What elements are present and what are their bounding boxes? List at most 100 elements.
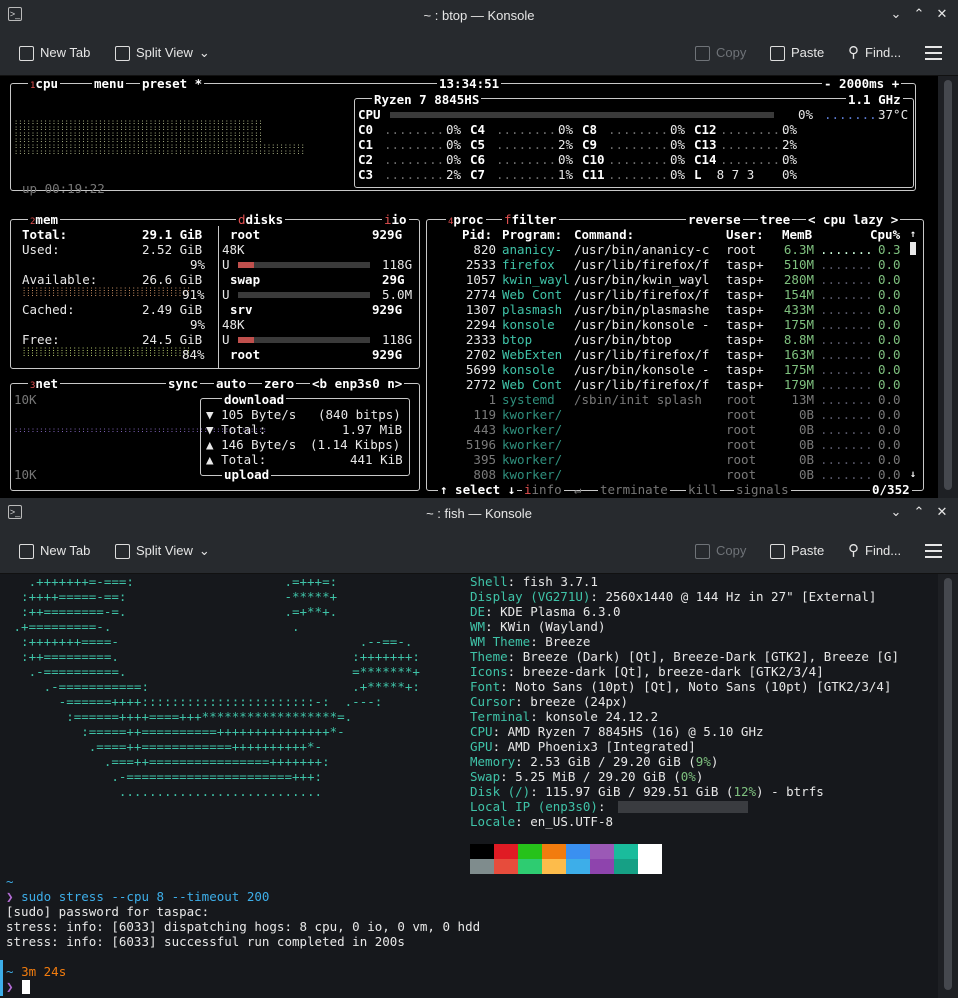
proc-pid: 2294: [465, 317, 496, 332]
hamburger-menu-icon[interactable]: [925, 46, 942, 60]
col-mem[interactable]: MemB: [782, 227, 812, 242]
core-label: C2: [358, 152, 374, 167]
select-control[interactable]: ↑ select ↓: [438, 482, 518, 497]
info-swap: Swap: 5.25 MiB / 29.20 GiB (0%): [470, 769, 704, 784]
proc-cpu: 0.0: [878, 407, 901, 422]
proc-user: tasp+: [726, 272, 764, 287]
btop-terminal[interactable]: 1 cpu menu preset * 13:34:51 - 2000ms + :…: [0, 76, 938, 498]
proc-pid: 1307: [465, 302, 496, 317]
split-view-button[interactable]: Split View ⌄: [115, 44, 210, 62]
copy-button[interactable]: Copy: [695, 542, 746, 560]
proc-user: tasp+: [726, 377, 764, 392]
logo-line: :=====++==========+++++++++++++++*-: [6, 724, 345, 739]
proc-mem: 163M: [783, 347, 814, 362]
kill-button[interactable]: kill: [686, 482, 721, 497]
col-program[interactable]: Program:: [502, 227, 562, 242]
core-label: C3: [358, 167, 374, 182]
fish-scrollbar[interactable]: [938, 574, 958, 998]
proc-mem: 6.3M: [783, 242, 814, 257]
zero-toggle[interactable]: zero: [262, 376, 297, 391]
paste-button[interactable]: Paste: [770, 44, 824, 62]
reverse-toggle[interactable]: reverse: [686, 212, 743, 227]
new-tab-icon: [19, 45, 34, 61]
mem-total: 29.1 GiB: [142, 227, 203, 242]
menu-button[interactable]: menu: [92, 76, 127, 91]
tree-toggle[interactable]: tree: [758, 212, 793, 227]
new-tab-button[interactable]: New Tab: [19, 44, 90, 62]
split-view-button[interactable]: Split View ⌄: [115, 542, 210, 560]
paste-button[interactable]: Paste: [770, 542, 824, 560]
terminate-button[interactable]: terminate: [600, 482, 668, 497]
logo-line: .-======================+++:: [6, 769, 323, 784]
core-pct: 0%: [446, 137, 462, 152]
load-pct: 0%: [782, 167, 798, 182]
prompt-line[interactable]: ❯: [6, 979, 14, 994]
fish-window: >_ ~ : fish — Konsole ⌄ ⌃ ✕ New Tab Spli…: [0, 498, 958, 998]
proc-cpu-graph: .......: [820, 272, 873, 287]
hamburger-menu-icon[interactable]: [925, 544, 942, 558]
fish-terminal[interactable]: .+++++++=-===: .=+++=: :++++=====-==: -*…: [0, 574, 938, 998]
palette-swatch: [614, 844, 638, 859]
auto-toggle[interactable]: auto: [214, 376, 249, 391]
cpu-tab[interactable]: cpu: [35, 76, 58, 91]
io-toggle[interactable]: io: [392, 212, 407, 227]
scroll-down-icon[interactable]: ↓: [910, 467, 916, 482]
split-view-icon: [115, 543, 130, 559]
new-tab-button[interactable]: New Tab: [19, 542, 90, 560]
maximize-chevron-icon[interactable]: ⌃: [910, 503, 928, 521]
interval-control[interactable]: - 2000ms +: [822, 76, 902, 91]
btop-window-title: ~ : btop — Konsole: [423, 8, 535, 23]
info-disk: Disk (/): 115.97 GiB / 929.51 GiB (12%) …: [470, 784, 824, 799]
mem-divider: [218, 226, 219, 369]
col-cpu[interactable]: Cpu%: [870, 227, 900, 242]
text-cursor: [22, 980, 30, 994]
col-user[interactable]: User:: [726, 227, 764, 242]
col-pid[interactable]: Pid:: [462, 227, 492, 242]
net-top-scale: 10K: [14, 392, 37, 407]
preset-button[interactable]: preset *: [140, 76, 205, 91]
disk-root-2-size: 929G: [372, 347, 403, 362]
minimize-chevron-icon[interactable]: ⌄: [887, 503, 905, 521]
maximize-chevron-icon[interactable]: ⌃: [910, 5, 928, 23]
proc-cpu-graph: .......: [820, 347, 873, 362]
proc-cpu-graph: .......: [820, 392, 873, 407]
info-line: Font: Noto Sans (10pt) [Qt], Noto Sans (…: [470, 679, 892, 694]
logo-line: ...........................: [6, 784, 323, 799]
mem-avail-pct: 91%: [182, 287, 205, 302]
btop-toolbar: New Tab Split View ⌄ Copy Paste ⚲ Find...: [0, 30, 958, 76]
cpu-temp: 37°C: [878, 107, 909, 122]
fish-toolbar: New Tab Split View ⌄ Copy Paste ⚲ Find...: [0, 528, 958, 574]
scroll-up-icon[interactable]: ↑: [910, 227, 916, 242]
col-command[interactable]: Command:: [574, 227, 634, 242]
proc-cpu-graph: .......: [820, 407, 873, 422]
dl-rate: ▼ 105 Byte/s: [206, 407, 297, 422]
proc-scroll-thumb[interactable]: [910, 242, 916, 255]
net-tab[interactable]: net: [35, 376, 58, 391]
proc-cpu: 0.0: [878, 332, 901, 347]
sync-toggle[interactable]: sync: [166, 376, 201, 391]
palette-swatch: [638, 844, 662, 859]
copy-button[interactable]: Copy: [695, 44, 746, 62]
proc-user: tasp+: [726, 347, 764, 362]
proc-tab[interactable]: proc: [453, 212, 483, 227]
find-button[interactable]: ⚲ Find...: [848, 44, 901, 62]
interface-selector[interactable]: <b enp3s0 n>: [310, 376, 405, 391]
proc-mem: 179M: [783, 377, 814, 392]
find-button[interactable]: ⚲ Find...: [848, 542, 901, 560]
minimize-chevron-icon[interactable]: ⌄: [887, 5, 905, 23]
cpu-total-pct: 0%: [798, 107, 814, 122]
core-pct: 2%: [782, 137, 798, 152]
proc-user: tasp+: [726, 257, 764, 272]
palette-swatch: [566, 859, 590, 874]
info-line: Terminal: konsole 24.12.2: [470, 709, 659, 724]
disks-tab[interactable]: disks: [246, 212, 284, 227]
btop-scrollbar[interactable]: [938, 76, 958, 498]
info-button[interactable]: info: [532, 482, 562, 497]
close-icon[interactable]: ✕: [933, 5, 951, 23]
mem-tab[interactable]: mem: [35, 212, 58, 227]
sort-selector[interactable]: < cpu lazy >: [806, 212, 901, 227]
proc-command: /sbin/init splash: [574, 392, 702, 407]
filter-button[interactable]: filter: [512, 212, 557, 227]
signals-button[interactable]: signals: [734, 482, 791, 497]
close-icon[interactable]: ✕: [933, 503, 951, 521]
